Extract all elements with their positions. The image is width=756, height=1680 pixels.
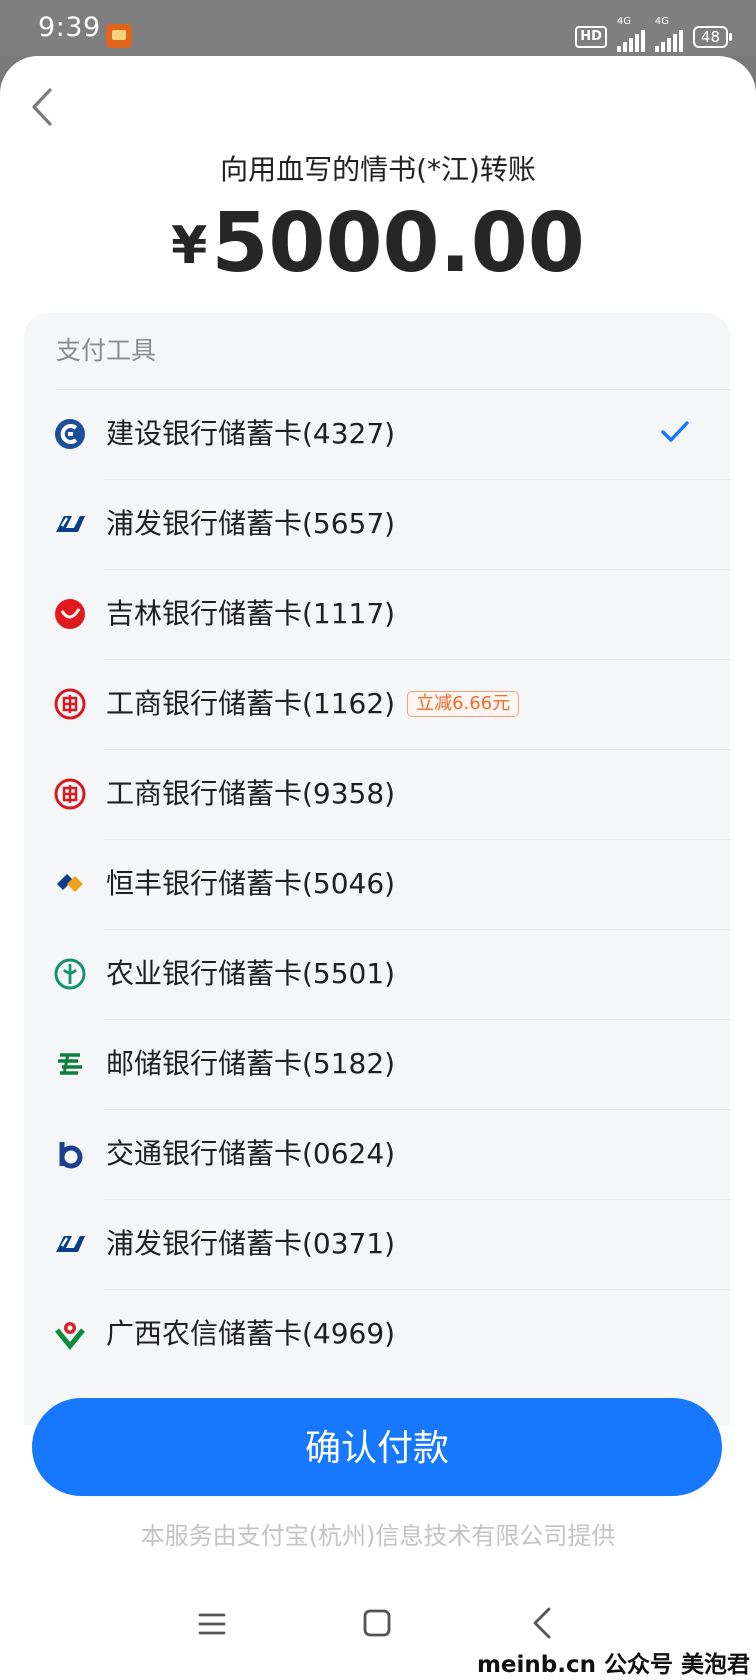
status-indicators: HD 4G 4G 48 [575, 16, 733, 52]
payment-tools-label: 支付工具 [56, 336, 157, 365]
payment-option-row[interactable]: 浦发银行储蓄卡(0371) [24, 1199, 730, 1289]
hd-voice-icon: HD [575, 26, 607, 48]
payment-option-label: 邮储银行储蓄卡(5182) [106, 1047, 396, 1080]
discount-badge: 立减6.66元 [407, 691, 520, 717]
payment-sheet: 向用血写的情书(*江)转账 ¥5000.00 支付工具 建设银行储蓄卡(4327… [0, 56, 756, 1680]
payment-option-row[interactable]: 吉林银行储蓄卡(1117) [24, 569, 730, 659]
payment-option-label: 广西农信储蓄卡(4969) [106, 1317, 396, 1350]
payment-option-label: 浦发银行储蓄卡(5657) [106, 507, 396, 540]
payment-option-row[interactable]: 工商银行储蓄卡(1162) 立减6.66元 [24, 659, 730, 749]
payment-option-label: 恒丰银行储蓄卡(5046) [106, 867, 396, 900]
chevron-left-icon [32, 88, 52, 126]
payment-option-label: 工商银行储蓄卡(1162) 立减6.66元 [106, 659, 520, 749]
payment-option-label: 交通银行储蓄卡(0624) [106, 1137, 396, 1170]
confirm-payment-button[interactable]: 确认付款 [32, 1398, 722, 1496]
network-type-label-2: 4G [654, 16, 670, 27]
battery-icon: 48 [692, 26, 733, 48]
service-provider-note: 本服务由支付宝(杭州)信息技术有限公司提供 [140, 1522, 616, 1550]
payment-option-label: 工商银行储蓄卡(9358) [106, 777, 396, 810]
network-type-label: 4G [616, 16, 632, 27]
payment-option-row[interactable]: 广西农信储蓄卡(4969) [24, 1289, 730, 1379]
payment-option-label: 吉林银行储蓄卡(1117) [106, 597, 396, 630]
jilin-bank-logo-icon [55, 599, 85, 629]
status-bar: 9:39 HD 4G 4G 48 [0, 0, 756, 56]
spdb-logo-icon [56, 1236, 85, 1252]
transfer-title: 向用血写的情书(*江)转账 [220, 153, 536, 186]
bocom-logo-icon [59, 1142, 83, 1169]
payment-option-row[interactable]: 浦发银行储蓄卡(5657) [24, 479, 730, 569]
guangxi-rcc-logo-icon [55, 1322, 85, 1350]
nav-back-icon[interactable] [530, 1606, 554, 1640]
payment-option-label: 浦发银行储蓄卡(0371) [106, 1227, 396, 1260]
payment-option-label: 建设银行储蓄卡(4327) [106, 417, 396, 450]
watermark: meinb.cn 公众号 美泡君 [476, 1652, 750, 1678]
payment-option-row[interactable]: 恒丰银行储蓄卡(5046) [24, 839, 730, 929]
status-time: 9:39 [38, 12, 101, 43]
amount-value: 5000.00 [211, 196, 585, 291]
home-icon[interactable] [362, 1608, 392, 1638]
payment-option-row[interactable]: 建设银行储蓄卡(4327) [24, 389, 730, 479]
signal-strength-icon-2: 4G [654, 16, 683, 52]
currency-symbol: ¥ [171, 216, 208, 276]
payment-option-label-text: 工商银行储蓄卡(1162) [106, 687, 396, 720]
signal-strength-icon: 4G [616, 16, 645, 52]
icbc-logo-icon [54, 778, 86, 810]
payment-amount: ¥5000.00 [0, 196, 756, 291]
payment-option-row[interactable]: 交通银行储蓄卡(0624) [24, 1109, 730, 1199]
hengfeng-bank-logo-icon [57, 874, 83, 892]
payment-option-label: 农业银行储蓄卡(5501) [106, 957, 396, 990]
ccb-logo-icon [55, 419, 85, 449]
icbc-logo-icon [54, 688, 86, 720]
checkmark-icon [661, 421, 689, 442]
payment-option-row[interactable]: 工商银行储蓄卡(9358) [24, 749, 730, 839]
app-notification-icon [106, 24, 132, 48]
spdb-logo-icon [56, 516, 85, 532]
payment-option-row[interactable]: 邮储银行储蓄卡(5182) [24, 1019, 730, 1109]
menu-icon[interactable] [198, 1610, 226, 1638]
abc-logo-icon [54, 958, 86, 990]
back-button[interactable] [26, 80, 66, 134]
payment-tools-panel: 支付工具 建设银行储蓄卡(4327) 浦发银行储蓄卡(5657) 吉林银行储蓄卡… [24, 313, 730, 1425]
payment-option-row[interactable]: 农业银行储蓄卡(5501) [24, 929, 730, 1019]
psbc-logo-icon [58, 1053, 82, 1075]
